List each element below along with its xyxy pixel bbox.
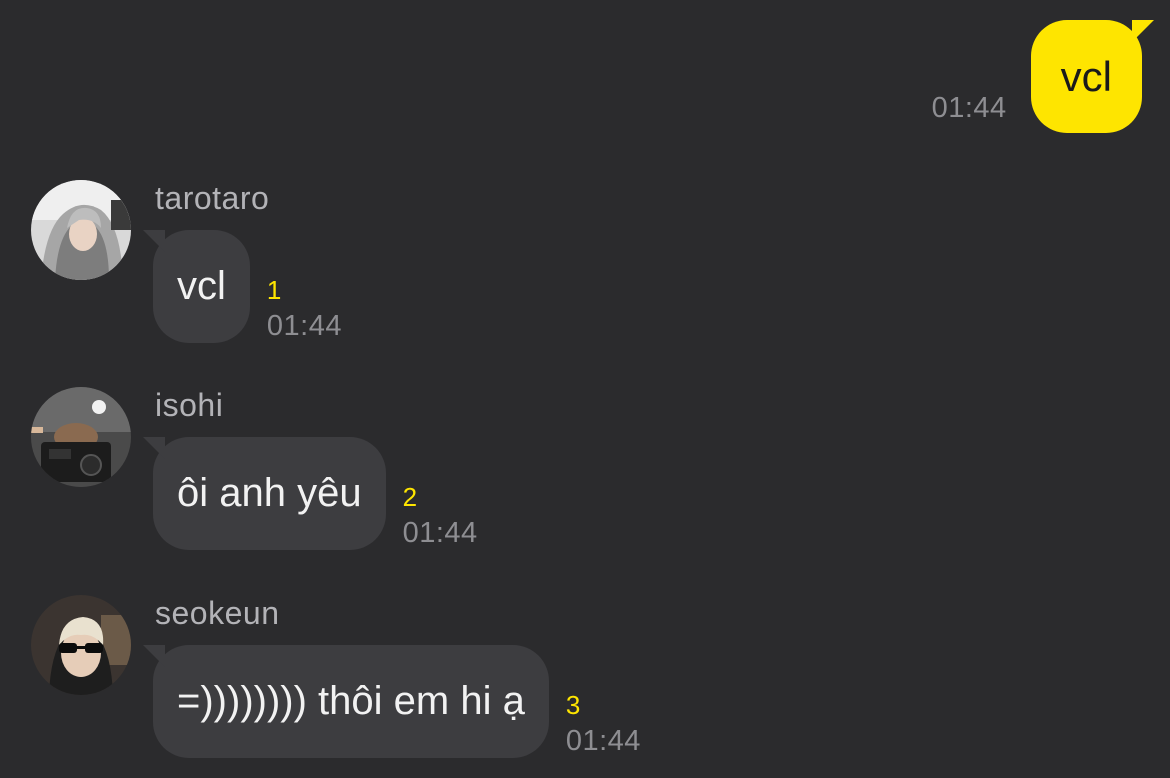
avatar-seokeun[interactable] (31, 595, 131, 695)
sender-name: isohi (155, 387, 224, 423)
message-text: =)))))))) thôi em hi ạ (177, 679, 525, 723)
bubble-tail (143, 230, 165, 252)
avatar-photo-sunglasses-icon (31, 595, 131, 695)
avatar-photo-camera-icon (31, 387, 131, 487)
message-text: ôi anh yêu (177, 471, 362, 515)
incoming-bubble[interactable]: ôi anh yêu (143, 437, 386, 550)
message-meta: 2 01:44 (403, 482, 478, 550)
message-time: 01:44 (402, 517, 478, 549)
outgoing-message: 01:44 vcl (931, 20, 1154, 133)
message-row: =)))))))) thôi em hi ạ 3 01:44 (143, 645, 641, 758)
message-time: 01:44 (931, 92, 1007, 124)
message-time: 01:44 (266, 310, 342, 342)
incoming-bubble[interactable]: vcl (143, 230, 250, 343)
bubble-tail (1132, 20, 1154, 42)
bubble-tail (143, 437, 165, 459)
message-meta: 3 01:44 (566, 690, 641, 758)
message-row: vcl 1 01:44 (143, 230, 342, 343)
message-time: 01:44 (565, 725, 641, 757)
unread-count: 1 (266, 275, 282, 305)
avatar-photo-hoodie-icon (31, 180, 131, 280)
unread-count: 2 (402, 482, 418, 512)
message-text: vcl (1060, 52, 1112, 100)
message-meta: 1 01:44 (267, 275, 342, 343)
incoming-bubble[interactable]: =)))))))) thôi em hi ạ (143, 645, 549, 758)
outgoing-bubble[interactable]: vcl (1030, 20, 1154, 133)
sender-name: tarotaro (155, 180, 270, 216)
avatar-tarotaro[interactable] (31, 180, 131, 280)
message-text: vcl (177, 264, 226, 308)
avatar-isohi[interactable] (31, 387, 131, 487)
sender-name: seokeun (155, 595, 280, 631)
unread-count: 3 (565, 690, 581, 720)
message-row: ôi anh yêu 2 01:44 (143, 437, 478, 550)
bubble-tail (143, 645, 165, 667)
